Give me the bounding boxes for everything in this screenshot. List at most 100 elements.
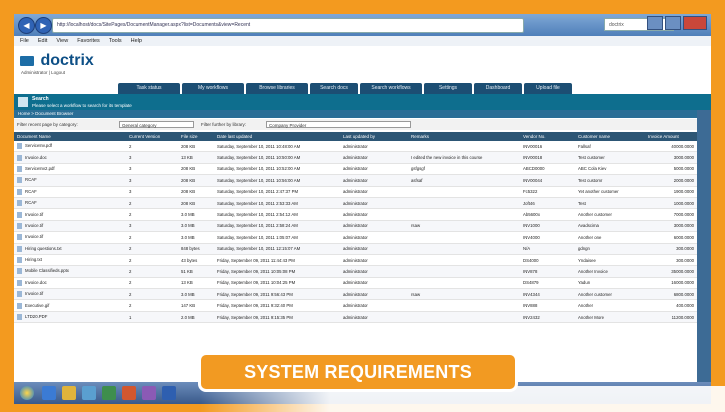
menu-favorites[interactable]: Favorites: [77, 36, 100, 46]
document-link[interactable]: Hiring.txt: [25, 257, 42, 262]
table-cell[interactable]: RCAF: [14, 186, 126, 198]
table-row[interactable]: RCAF 2 208 KB Saturday, September 10, 2011 …: [14, 197, 697, 210]
screenshot-frame: ◀ ▶ http://localhost/docs/SitePages/Docu…: [14, 14, 711, 404]
tab-search-docs[interactable]: Search docs: [310, 83, 358, 94]
document-link[interactable]: RCAF: [25, 200, 37, 205]
table-row[interactable]: Invoice.doc 3 13 KB Saturday, September 10,…: [14, 151, 697, 164]
table-row[interactable]: Hiring.txt 2 43 bytes Friday, September 09,…: [14, 254, 697, 267]
col-invoice-amount[interactable]: Invoice Amount: [645, 132, 697, 141]
table-cell[interactable]: ServiceInv.pdf: [14, 141, 126, 153]
library-select[interactable]: Company Provider: [266, 121, 411, 128]
table-row[interactable]: Executive.gif 2 147 KB Friday, September 09…: [14, 299, 697, 312]
table-cell: 2: [126, 141, 178, 153]
menu-file[interactable]: File: [20, 36, 29, 46]
document-link[interactable]: Invoice.tif: [25, 223, 43, 228]
table-cell: 3: [126, 220, 178, 233]
document-link[interactable]: RCAF: [25, 189, 37, 194]
document-link[interactable]: ServiceInv.pdf: [25, 143, 52, 148]
table-cell[interactable]: Executive.gif: [14, 299, 126, 312]
back-icon[interactable]: ◀: [18, 17, 35, 34]
col-date-updated[interactable]: Date last updated: [214, 132, 340, 141]
minimize-icon[interactable]: [647, 16, 663, 30]
document-link[interactable]: ServiceInv2.pdf: [25, 166, 55, 171]
col-updated-by[interactable]: Last updated by: [340, 132, 408, 141]
tab-dashboard[interactable]: Dashboard: [474, 83, 522, 94]
table-row[interactable]: Invoice.tif 2 3.0 MB Saturday, September 10…: [14, 231, 697, 244]
table-cell[interactable]: LTD20.PDF: [14, 311, 126, 324]
table-row[interactable]: LTD20.PDF 1 2.0 MB Friday, September 09, 20…: [14, 311, 697, 324]
table-cell[interactable]: Mobile Classifieds.pptx: [14, 265, 126, 278]
document-link[interactable]: Mobile Classifieds.pptx: [25, 269, 69, 274]
system-requirements-button[interactable]: SYSTEM REQUIREMENTS: [198, 352, 518, 392]
table-cell[interactable]: Invoice.tif: [14, 231, 126, 244]
table-cell: 3.0 MB: [178, 220, 214, 233]
table-row[interactable]: RCAF 3 208 KB Saturday, September 10, 2011 …: [14, 186, 697, 198]
menu-help[interactable]: Help: [131, 36, 142, 46]
document-link[interactable]: Invoice.tif: [25, 212, 43, 217]
brand-logo[interactable]: doctrix: [20, 52, 94, 70]
table-row[interactable]: Hiring questions.txt 2 848 bytes Saturday, …: [14, 243, 697, 255]
table-cell: Saturday, September 10, 2011 2:58:24 AM: [214, 220, 340, 233]
table-cell: 2: [126, 243, 178, 255]
tab-task-status[interactable]: Task status: [118, 83, 180, 94]
table-cell[interactable]: ServiceInv2.pdf: [14, 163, 126, 176]
table-body: ServiceInv.pdf 2 208 KB Saturday, September…: [14, 141, 697, 324]
close-icon[interactable]: [683, 16, 707, 30]
tab-settings[interactable]: Settings: [424, 83, 472, 94]
document-link[interactable]: Executive.gif: [25, 303, 49, 308]
table-cell[interactable]: Hiring.txt: [14, 254, 126, 267]
address-bar[interactable]: http://localhost/docs/SitePages/Document…: [52, 18, 524, 33]
file-icon: [17, 302, 22, 309]
table-row[interactable]: Invoice.doc 2 13 KB Friday, September 09, 2…: [14, 277, 697, 290]
table-cell[interactable]: Invoice.doc: [14, 277, 126, 290]
tab-browse-libraries[interactable]: Browse libraries: [246, 83, 308, 94]
filter-label-library: Filter further by library:: [201, 122, 247, 127]
col-current-version[interactable]: Current Version: [126, 132, 178, 141]
col-document-name[interactable]: Document Name: [14, 132, 126, 141]
table-cell[interactable]: RCAF: [14, 174, 126, 187]
menu-edit[interactable]: Edit: [38, 36, 47, 46]
col-file-size[interactable]: File size: [178, 132, 214, 141]
table-row[interactable]: Invoice.tif 2 3.0 MB Saturday, September 10…: [14, 208, 697, 221]
maximize-icon[interactable]: [665, 16, 681, 30]
table-cell[interactable]: Invoice.tif: [14, 288, 126, 301]
tab-my-workflows[interactable]: My workflows: [182, 83, 244, 94]
table-cell: 13 KB: [178, 151, 214, 164]
col-vendor-no[interactable]: Vendor No.: [520, 132, 575, 141]
menu-tools[interactable]: Tools: [109, 36, 122, 46]
document-link[interactable]: Hiring questions.txt: [25, 246, 62, 251]
table-cell: 43 bytes: [178, 254, 214, 267]
table-cell: 11200.0000: [645, 311, 697, 324]
table-cell[interactable]: Hiring questions.txt: [14, 243, 126, 255]
table-row[interactable]: Mobile Classifieds.pptx 2 51 KB Friday, Sep…: [14, 265, 697, 278]
table-cell[interactable]: RCAF: [14, 197, 126, 210]
document-link[interactable]: Invoice.doc: [25, 155, 47, 160]
category-select[interactable]: General category: [119, 121, 194, 128]
document-link[interactable]: RCAF: [25, 178, 37, 183]
forward-icon[interactable]: ▶: [35, 17, 52, 34]
table-row[interactable]: Invoice.tif 2 3.0 MB Friday, September 09, …: [14, 288, 697, 301]
document-link[interactable]: Invoice.tif: [25, 291, 43, 296]
table-cell[interactable]: Invoice.doc: [14, 151, 126, 164]
table-cell[interactable]: Invoice.tif: [14, 220, 126, 233]
menu-view[interactable]: View: [56, 36, 68, 46]
tab-upload-file[interactable]: Upload file: [524, 83, 572, 94]
col-remarks[interactable]: Remarks: [408, 132, 520, 141]
table-row[interactable]: Invoice.tif 3 3.0 MB Saturday, September 10…: [14, 220, 697, 233]
col-customer-name[interactable]: Customer name: [575, 132, 645, 141]
table-row[interactable]: ServiceInv.pdf 2 208 KB Saturday, September…: [14, 141, 697, 153]
document-link[interactable]: Invoice.tif: [25, 234, 43, 239]
browser-menu: File Edit View Favorites Tools Help: [14, 36, 711, 46]
document-link[interactable]: Invoice.doc: [25, 280, 47, 285]
table-cell: 2: [126, 265, 178, 278]
table-cell: Yndaisee: [575, 254, 645, 267]
table-cell[interactable]: Invoice.tif: [14, 208, 126, 221]
table-row[interactable]: ServiceInv2.pdf 3 208 KB Saturday, Septembe…: [14, 163, 697, 176]
table-cell: Ab5600x: [520, 208, 575, 221]
table-cell: INV2432: [520, 311, 575, 324]
tab-search-workflows[interactable]: Search workflows: [360, 83, 422, 94]
user-line[interactable]: Administrator | Logout: [21, 70, 65, 75]
breadcrumb[interactable]: Home > Document Browser: [14, 110, 711, 118]
document-link[interactable]: LTD20.PDF: [25, 314, 47, 319]
table-row[interactable]: RCAF 3 208 KB Saturday, September 10, 2011 …: [14, 174, 697, 187]
